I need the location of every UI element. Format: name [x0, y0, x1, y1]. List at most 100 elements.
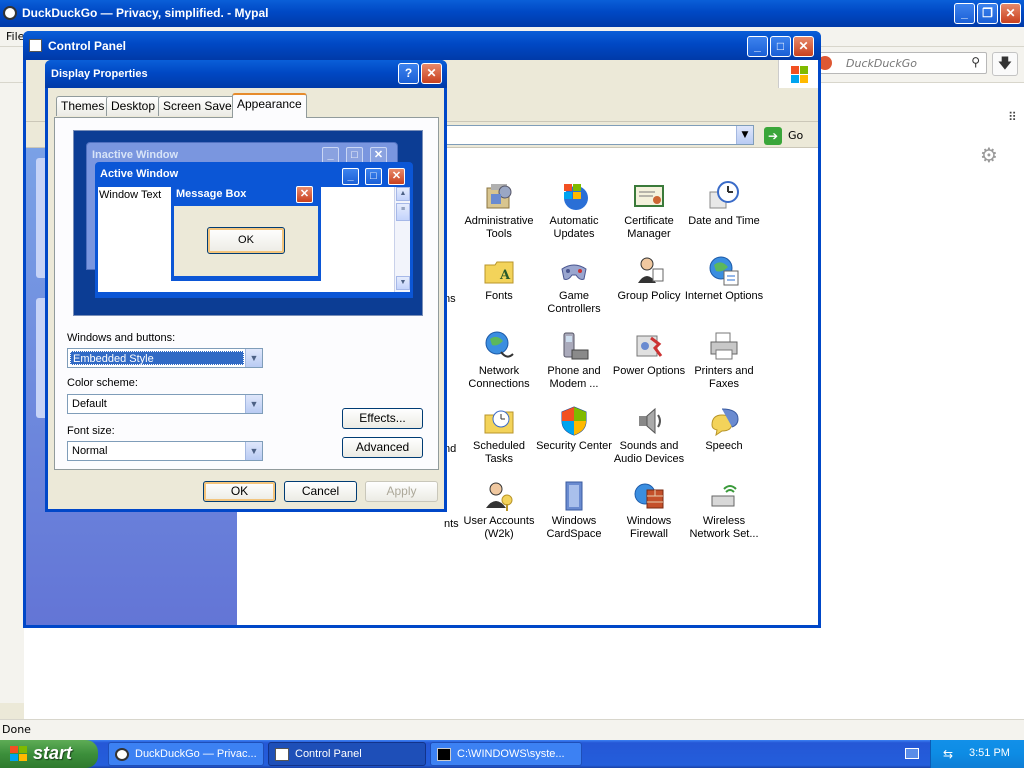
- gear-icon[interactable]: ⚙: [980, 143, 998, 167]
- certificate-icon: [634, 185, 664, 207]
- cancel-button[interactable]: Cancel: [284, 481, 357, 502]
- tab-appearance[interactable]: Appearance: [232, 93, 307, 118]
- wireless-icon: [711, 485, 737, 507]
- cp-item-internet-options[interactable]: Internet Options: [684, 255, 764, 303]
- appearance-panel: Inactive Window _ □ ✕ Active Window _ □ …: [54, 117, 439, 470]
- preview-message-box: Message Box ✕ OK: [171, 181, 321, 281]
- message-box-client: OK: [174, 206, 318, 276]
- cp-item-date-and-time[interactable]: Date and Time: [684, 180, 764, 228]
- cp-item-security-center[interactable]: Security Center: [534, 405, 614, 453]
- chevron-down-icon[interactable]: ▼: [736, 126, 753, 144]
- color-scheme-select[interactable]: Default ▼: [67, 394, 263, 414]
- go-label: Go: [788, 129, 804, 142]
- tab-desktop[interactable]: Desktop: [106, 96, 161, 116]
- taskbar-item-browser[interactable]: DuckDuckGo — Privac...: [108, 742, 264, 766]
- apps-grid-icon[interactable]: ⠿: [1008, 110, 1017, 124]
- scroll-up-icon: ▲: [396, 187, 410, 201]
- windows-buttons-select[interactable]: Embedded Style ▼: [67, 348, 263, 368]
- appearance-preview: Inactive Window _ □ ✕ Active Window _ □ …: [73, 130, 423, 316]
- cp-item-scheduled-tasks[interactable]: Scheduled Tasks: [459, 405, 539, 466]
- display-properties-dialog: Display Properties ? ✕ Themes Desktop Sc…: [45, 60, 447, 512]
- cp-item-group-policy[interactable]: Group Policy: [609, 255, 689, 303]
- ok-button[interactable]: OK: [203, 481, 276, 502]
- clock-icon: [709, 181, 739, 209]
- cp-item-fonts[interactable]: A Fonts: [459, 255, 539, 303]
- speech-icon: [711, 408, 739, 437]
- shield-icon: [561, 406, 587, 436]
- cp-item-power-options[interactable]: Power Options: [609, 330, 689, 378]
- cp-item-sounds-and-audio-devices[interactable]: Sounds and Audio Devices: [609, 405, 689, 466]
- duckduckgo-icon: [115, 748, 129, 761]
- cp-item-phone-and-modem[interactable]: Phone and Modem ...: [534, 330, 614, 391]
- maximize-button[interactable]: ❐: [977, 3, 998, 24]
- close-button[interactable]: ✕: [1000, 3, 1021, 24]
- start-label: start: [33, 743, 73, 763]
- cp-item-windows-cardspace[interactable]: Windows CardSpace: [534, 480, 614, 541]
- command-prompt-icon: [437, 748, 451, 761]
- font-size-value: Normal: [72, 445, 108, 457]
- windows-flag-icon: [10, 746, 28, 762]
- keyboard-icon[interactable]: [905, 748, 919, 759]
- taskbar-item-cmd[interactable]: C:\WINDOWS\syste...: [430, 742, 582, 766]
- close-button[interactable]: ✕: [793, 36, 814, 57]
- cp-item-network-connections[interactable]: Network Connections: [459, 330, 539, 391]
- control-panel-icon: [29, 39, 42, 52]
- automatic-updates-icon: [564, 184, 588, 210]
- windows-logo-icon: [778, 60, 818, 88]
- search-icon[interactable]: ⚲: [971, 55, 980, 69]
- effects-button[interactable]: Effects...: [342, 408, 423, 429]
- network-icon: [485, 331, 514, 358]
- control-panel-icon: [275, 748, 289, 761]
- cp-item-administrative-tools[interactable]: Administrative Tools: [459, 180, 539, 241]
- duckduckgo-icon: [3, 6, 17, 20]
- minimize-button[interactable]: _: [747, 36, 768, 57]
- go-button[interactable]: ➔ Go: [764, 126, 808, 146]
- cp-item-user-accounts[interactable]: User Accounts (W2k): [459, 480, 539, 541]
- chevron-down-icon[interactable]: ▼: [245, 349, 262, 367]
- control-panel-title-bar[interactable]: Control Panel _ □ ✕: [23, 31, 821, 60]
- search-input[interactable]: DuckDuckGo ⚲: [815, 52, 987, 74]
- preview-scrollbar: ▲ ≡ ▼: [394, 187, 410, 292]
- status-text: Done: [2, 723, 31, 736]
- menu-file[interactable]: File: [6, 30, 24, 43]
- admin-tools-icon: [486, 184, 512, 209]
- address-input[interactable]: ▼: [446, 125, 754, 145]
- cp-item-game-controllers[interactable]: Game Controllers: [534, 255, 614, 316]
- cp-item-printers-and-faxes[interactable]: Printers and Faxes: [684, 330, 764, 391]
- advanced-button[interactable]: Advanced: [342, 437, 423, 458]
- browser-title-bar[interactable]: DuckDuckGo — Privacy, simplified. - Mypa…: [0, 0, 1024, 27]
- maximize-button[interactable]: □: [770, 36, 791, 57]
- close-button[interactable]: ✕: [421, 63, 442, 84]
- cp-item-speech[interactable]: Speech: [684, 405, 764, 453]
- minimize-button[interactable]: _: [954, 3, 975, 24]
- tab-screen-saver[interactable]: Screen Saver: [158, 96, 241, 116]
- apply-button[interactable]: Apply: [365, 481, 438, 502]
- dialog-title: Display Properties: [51, 68, 148, 80]
- inactive-window-title: Inactive Window: [92, 149, 179, 161]
- chevron-down-icon[interactable]: ▼: [245, 395, 262, 413]
- cp-item-windows-firewall[interactable]: Windows Firewall: [609, 480, 689, 541]
- firewall-icon: [634, 483, 664, 509]
- cp-item-automatic-updates[interactable]: Automatic Updates: [534, 180, 614, 241]
- display-properties-title-bar[interactable]: Display Properties ? ✕: [45, 60, 447, 88]
- cp-item-certificate-manager[interactable]: Certificate Manager: [609, 180, 689, 241]
- network-tray-icon[interactable]: ⇆: [943, 747, 959, 761]
- download-button[interactable]: 🡇: [992, 52, 1018, 76]
- tab-themes[interactable]: Themes: [56, 96, 110, 116]
- dialog-body: Themes Desktop Screen Saver Appearance I…: [48, 88, 444, 509]
- user-accounts-icon: [486, 482, 513, 511]
- status-bar: Done: [0, 719, 1024, 740]
- font-size-select[interactable]: Normal ▼: [67, 441, 263, 461]
- speaker-icon: [639, 407, 661, 435]
- fonts-folder-icon: A: [484, 261, 514, 284]
- chevron-down-icon[interactable]: ▼: [245, 442, 262, 460]
- minimize-button: _: [342, 168, 359, 185]
- cp-item-wireless-network-setup[interactable]: Wireless Network Set...: [684, 480, 764, 541]
- scheduled-tasks-icon: [484, 410, 514, 434]
- taskbar-item-control-panel[interactable]: Control Panel: [268, 742, 426, 766]
- printer-icon: [710, 332, 738, 360]
- clock[interactable]: 3:51 PM: [969, 747, 1010, 759]
- maximize-button: □: [365, 168, 382, 185]
- help-button[interactable]: ?: [398, 63, 419, 84]
- start-button[interactable]: start: [0, 740, 98, 768]
